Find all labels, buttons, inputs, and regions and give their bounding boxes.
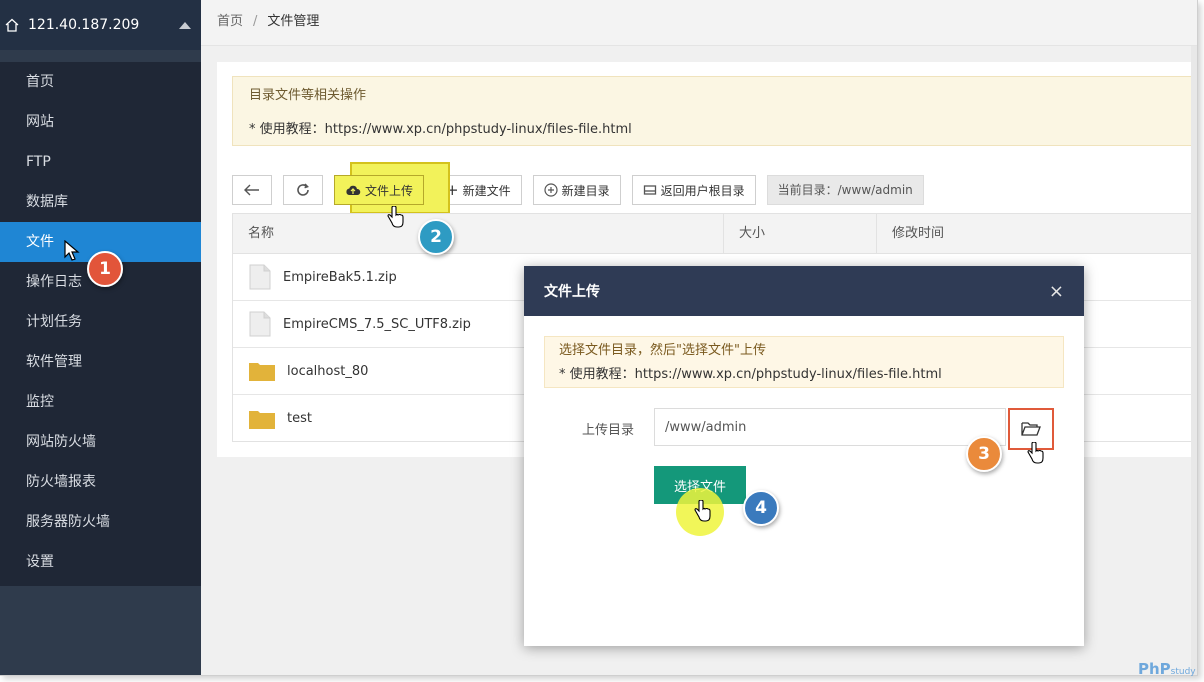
- scrollbar[interactable]: [1191, 46, 1197, 675]
- dialog-notice-line-1: 选择文件目录，然后"选择文件"上传: [559, 343, 766, 358]
- sidebar-item-server-firewall[interactable]: 服务器防火墙: [0, 502, 201, 542]
- upload-dir-label: 上传目录: [582, 423, 635, 438]
- file-icon: [249, 264, 271, 290]
- upload-button[interactable]: 文件上传: [334, 175, 425, 205]
- step-badge-1: 1: [87, 251, 123, 287]
- folder-name[interactable]: test: [287, 411, 312, 426]
- sidebar-item-ftp[interactable]: FTP: [0, 142, 201, 182]
- back-button[interactable]: [232, 175, 272, 205]
- dialog-notice-line-2: * 使用教程：https://www.xp.cn/phpstudy-linux/…: [559, 367, 942, 382]
- sidebar-item-website[interactable]: 网站: [0, 102, 201, 142]
- breadcrumb-current: 文件管理: [267, 14, 320, 29]
- home-icon: [5, 18, 19, 32]
- file-name[interactable]: EmpireBak5.1.zip: [283, 270, 397, 285]
- brand-logo: PhPstudy: [1138, 660, 1196, 678]
- step-badge-3: 3: [966, 436, 1002, 472]
- step-badge-4: 4: [743, 490, 779, 526]
- breadcrumb-separator: /: [253, 14, 258, 29]
- sidebar-menu: 首页 网站 FTP 数据库 文件 操作日志 计划任务 软件管理 监控 网站防火墙…: [0, 62, 201, 586]
- notice-line-2: * 使用教程：https://www.xp.cn/phpstudy-linux/…: [249, 122, 632, 137]
- dialog-title: 文件上传: [544, 284, 600, 300]
- caret-up-icon[interactable]: [179, 21, 191, 29]
- plus-circle-icon: [544, 183, 558, 197]
- sidebar-item-waf-report[interactable]: 防火墙报表: [0, 462, 201, 502]
- server-ip: 121.40.187.209: [28, 17, 140, 33]
- sidebar-item-home[interactable]: 首页: [0, 62, 201, 102]
- refresh-button[interactable]: [283, 175, 323, 205]
- folder-name[interactable]: localhost_80: [287, 364, 368, 379]
- home-dir-label: 返回用户根目录: [660, 183, 745, 198]
- upload-button-label: 文件上传: [365, 183, 414, 198]
- cloud-upload-icon: [346, 185, 361, 195]
- new-file-label: 新建文件: [462, 183, 511, 198]
- breadcrumb: 首页 / 文件管理: [201, 0, 1197, 46]
- new-dir-button[interactable]: 新建目录: [532, 175, 621, 205]
- sidebar: 121.40.187.209 首页 网站 FTP 数据库 文件 操作日志 计划任…: [0, 0, 201, 675]
- file-toolbar: 文件上传 + 新建文件 新建目录 返回用户根目录 当前目录：/www/admin: [232, 162, 1197, 214]
- file-name[interactable]: EmpireCMS_7.5_SC_UTF8.zip: [283, 317, 471, 332]
- home-dir-button[interactable]: 返回用户根目录: [631, 175, 756, 205]
- arrow-left-icon: [244, 184, 259, 196]
- sidebar-item-software[interactable]: 软件管理: [0, 342, 201, 382]
- hand-cursor-icon: [387, 206, 404, 228]
- sidebar-item-settings[interactable]: 设置: [0, 542, 201, 582]
- current-directory: 当前目录：/www/admin: [766, 175, 924, 205]
- refresh-icon: [297, 183, 309, 196]
- dialog-notice: 选择文件目录，然后"选择文件"上传 * 使用教程：https://www.xp.…: [544, 336, 1064, 388]
- sidebar-item-waf[interactable]: 网站防火墙: [0, 422, 201, 462]
- breadcrumb-home[interactable]: 首页: [217, 14, 243, 29]
- column-size[interactable]: 大小: [724, 214, 877, 253]
- upload-dir-input[interactable]: [654, 408, 1006, 446]
- arrow-cursor-icon: [64, 240, 80, 261]
- folder-icon: [249, 363, 275, 381]
- hand-cursor-icon: [694, 500, 711, 522]
- folder-open-icon: [1021, 422, 1041, 436]
- column-modified[interactable]: 修改时间: [877, 214, 1197, 253]
- sidebar-item-database[interactable]: 数据库: [0, 182, 201, 222]
- info-notice: 目录文件等相关操作 * 使用教程：https://www.xp.cn/phpst…: [232, 76, 1197, 146]
- folder-icon: [249, 410, 275, 429]
- sidebar-item-cron[interactable]: 计划任务: [0, 302, 201, 342]
- file-icon: [249, 311, 271, 337]
- brand-sub: study: [1170, 667, 1196, 677]
- hand-cursor-icon: [1027, 442, 1044, 464]
- app-window: 121.40.187.209 首页 网站 FTP 数据库 文件 操作日志 计划任…: [0, 0, 1198, 676]
- server-switcher[interactable]: 121.40.187.209: [0, 0, 201, 50]
- column-name[interactable]: 名称: [233, 214, 724, 253]
- new-dir-label: 新建目录: [561, 183, 610, 198]
- step-badge-2: 2: [418, 219, 454, 255]
- close-icon[interactable]: ×: [1049, 281, 1064, 302]
- drive-icon: [643, 185, 656, 195]
- dialog-header: 文件上传 ×: [524, 266, 1084, 316]
- notice-line-1: 目录文件等相关操作: [249, 88, 367, 103]
- brand-name: PhP: [1138, 660, 1171, 678]
- sidebar-item-monitor[interactable]: 监控: [0, 382, 201, 422]
- table-header: 名称 大小 修改时间: [233, 214, 1197, 254]
